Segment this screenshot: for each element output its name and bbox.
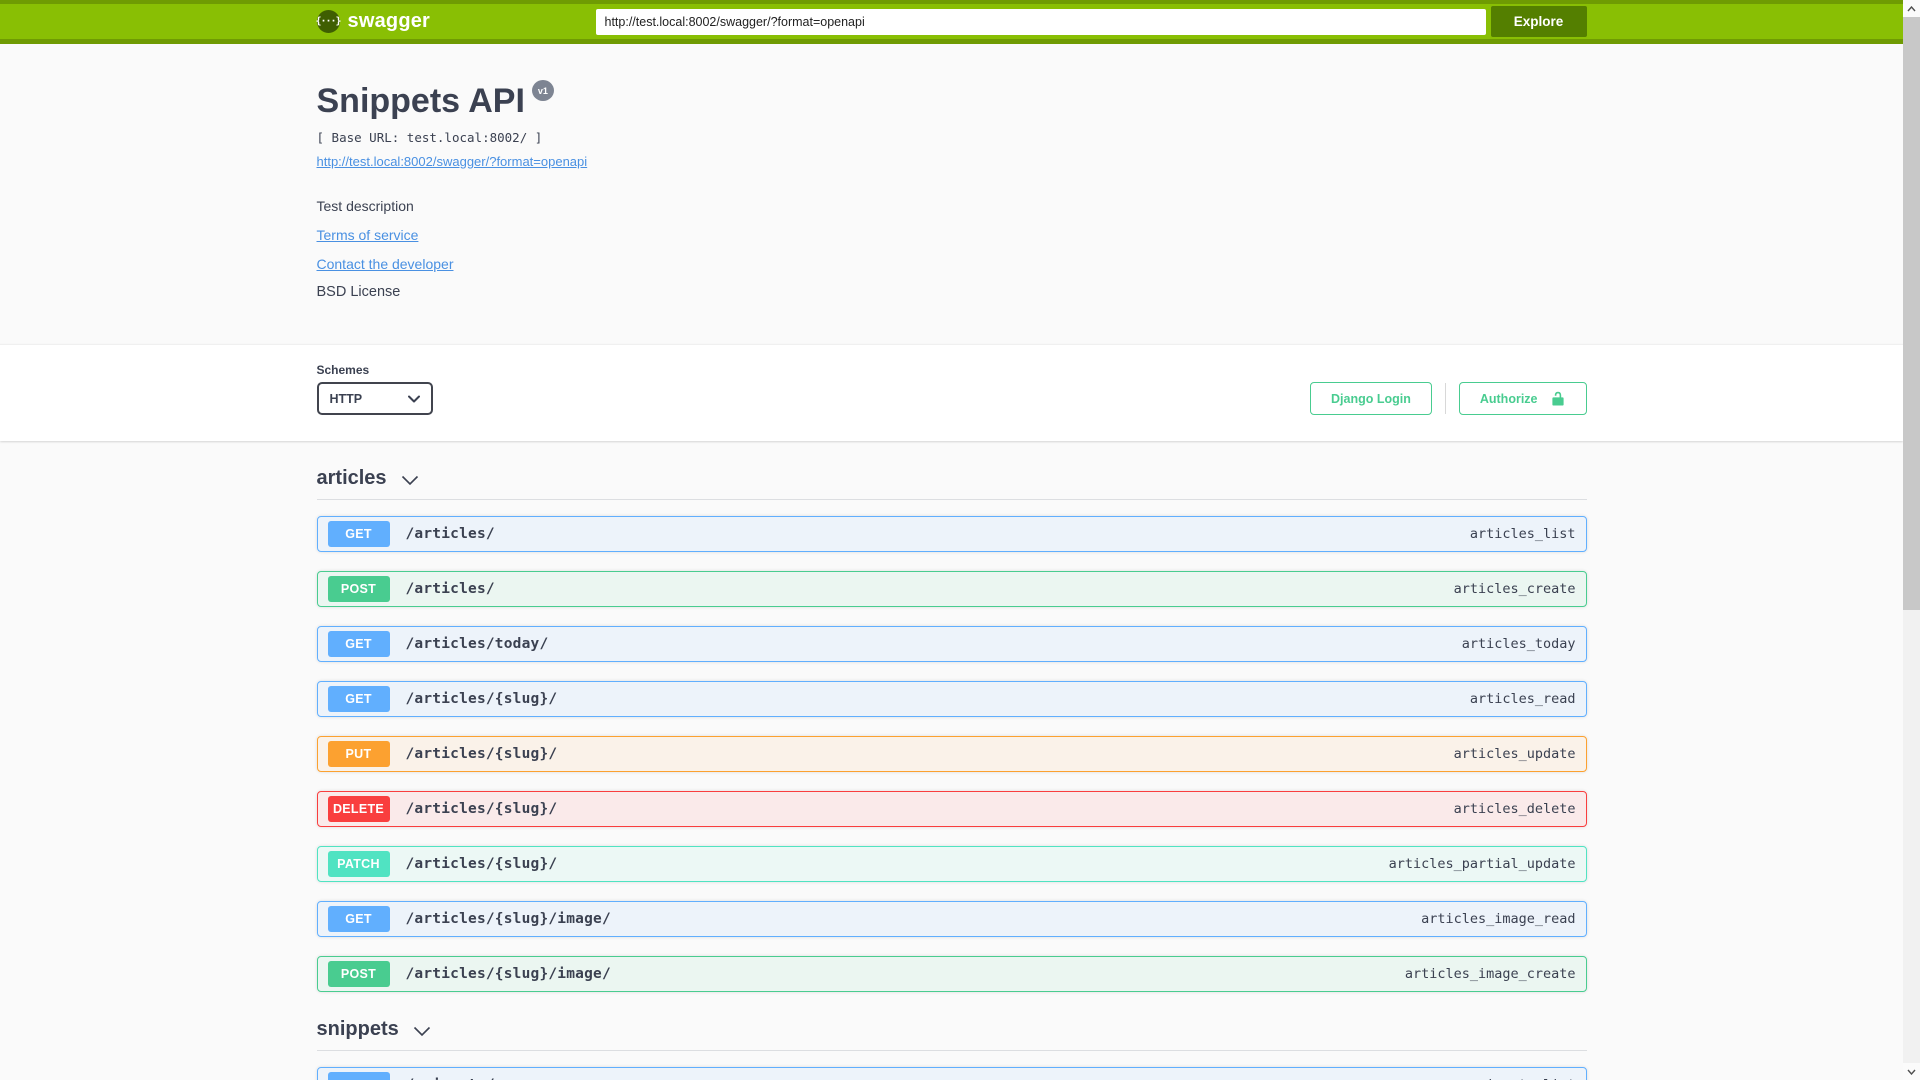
operation-path: /articles/{slug}/	[405, 746, 558, 762]
method-badge-get: GET	[327, 1072, 390, 1080]
spec-url-input[interactable]	[595, 8, 1486, 35]
chevron-down-icon	[413, 1026, 430, 1036]
operation-path: /articles/{slug}/image/	[405, 966, 611, 982]
logo-braces-glyph: {···}	[315, 16, 341, 27]
schemes-label: Schemes	[316, 363, 370, 377]
method-badge-get: GET	[327, 631, 390, 657]
version-badge: v1	[531, 80, 554, 101]
opblock-articles_list[interactable]: GET/articles/articles_list	[316, 516, 1587, 552]
tag-section-articles: articles GET/articles/articles_list POST/a…	[316, 467, 1587, 992]
swagger-logo-icon: {···}	[315, 10, 342, 33]
opblock-articles_create[interactable]: POST/articles/articles_create	[316, 571, 1587, 607]
opblock-articles_partial_update[interactable]: PATCH/articles/{slug}/ articles_partial_u…	[316, 846, 1587, 882]
divider	[1444, 383, 1446, 414]
operation-id: articles_partial_update	[1388, 856, 1576, 872]
scheme-selected-value: HTTP	[329, 391, 363, 406]
method-badge-post: POST	[327, 961, 390, 987]
scroll-up-button[interactable]	[1903, 0, 1920, 17]
api-title-text: Snippets API	[316, 82, 525, 120]
opblock-articles_read[interactable]: GET/articles/{slug}/ articles_read	[316, 681, 1587, 717]
opblock-articles_today[interactable]: GET/articles/today/articles_today	[316, 626, 1587, 662]
schemes-group: Schemes HTTP	[316, 363, 433, 415]
tag-header-snippets[interactable]: snippets	[316, 1018, 1587, 1051]
operation-list-snippets: GET/snippets/snippets_list	[316, 1067, 1587, 1080]
swagger-page: {···} swagger Explore Snippets API v1 [ …	[0, 0, 1903, 1080]
opblock-articles_delete[interactable]: DELETE/articles/{slug}/ articles_delete	[316, 791, 1587, 827]
method-badge-get: GET	[327, 686, 390, 712]
api-description: Test description	[316, 198, 414, 214]
license-label: BSD License	[316, 284, 401, 300]
operation-path: /articles/today/	[405, 636, 549, 652]
authorize-label: Authorize	[1479, 391, 1538, 406]
method-badge-get: GET	[327, 521, 390, 547]
operation-id: articles_create	[1453, 581, 1576, 597]
operation-id: articles_delete	[1453, 801, 1576, 817]
operation-id: articles_today	[1461, 636, 1576, 652]
method-badge-get: GET	[327, 906, 390, 932]
terms-of-service-link[interactable]: Terms of service	[317, 227, 419, 243]
tag-header-articles[interactable]: articles	[316, 467, 1587, 500]
scroll-down-button[interactable]	[1903, 1063, 1920, 1080]
operation-path: /articles/{slug}/	[405, 801, 558, 817]
tag-title: snippets	[316, 1018, 399, 1040]
page-title: Snippets API v1	[316, 80, 1587, 121]
operation-id: articles_image_create	[1404, 966, 1576, 982]
operation-path: /articles/{slug}/	[405, 856, 558, 872]
operation-path: /articles/{slug}/	[405, 691, 558, 707]
scheme-select[interactable]: HTTP	[316, 382, 433, 415]
operation-path: /articles/{slug}/image/	[405, 911, 611, 927]
operation-id: articles_image_read	[1421, 911, 1576, 927]
authorize-button[interactable]: Authorize	[1458, 382, 1587, 415]
chevron-up-icon	[1907, 5, 1916, 11]
operation-id: articles_read	[1469, 691, 1576, 707]
tag-title: articles	[316, 467, 387, 489]
method-badge-post: POST	[327, 576, 390, 602]
operations-list: articles GET/articles/articles_list POST/a…	[316, 467, 1587, 1080]
base-url-label: [ Base URL: test.local:8002/ ]	[316, 130, 543, 145]
operation-list-articles: GET/articles/articles_list POST/articles/…	[316, 516, 1587, 992]
chevron-down-icon	[401, 475, 418, 485]
brand-label: swagger	[347, 10, 431, 32]
operation-path: /articles/	[405, 581, 495, 597]
scrollbar[interactable]	[1903, 0, 1920, 1080]
contact-developer-link[interactable]: Contact the developer	[317, 256, 454, 272]
opblock-articles_image_read[interactable]: GET/articles/{slug}/image/articles_image…	[316, 901, 1587, 937]
spec-url-link[interactable]: http://test.local:8002/swagger/?format=o…	[317, 154, 588, 169]
opblock-snippets_list[interactable]: GET/snippets/snippets_list	[316, 1067, 1587, 1080]
explore-form: Explore	[595, 6, 1587, 37]
brand-link[interactable]: {···} swagger	[315, 10, 431, 33]
operation-path: /articles/	[405, 526, 495, 542]
opblock-articles_image_create[interactable]: POST/articles/{slug}/image/articles_imag…	[316, 956, 1587, 992]
method-badge-delete: DELETE	[327, 796, 390, 822]
tag-section-snippets: snippets GET/snippets/snippets_list	[316, 1018, 1587, 1080]
method-badge-patch: PATCH	[327, 851, 390, 877]
scrollbar-thumb[interactable]	[1903, 17, 1920, 610]
topbar: {···} swagger Explore	[0, 0, 1903, 44]
explore-button[interactable]: Explore	[1490, 6, 1587, 37]
chevron-down-icon	[1907, 1069, 1916, 1075]
chevron-down-icon	[407, 395, 420, 402]
django-login-button[interactable]: Django Login	[1310, 382, 1432, 415]
unlocked-padlock-icon	[1551, 391, 1564, 406]
opblock-articles_update[interactable]: PUT/articles/{slug}/ articles_update	[316, 736, 1587, 772]
auth-wrapper: Django Login Authorize	[1310, 382, 1587, 415]
operation-id: articles_list	[1469, 526, 1576, 542]
method-badge-put: PUT	[327, 741, 390, 767]
operation-id: articles_update	[1453, 746, 1576, 762]
scheme-container: Schemes HTTP Django Login Authorize	[0, 344, 1903, 441]
api-info-section: Snippets API v1 [ Base URL: test.local:8…	[317, 44, 1587, 344]
